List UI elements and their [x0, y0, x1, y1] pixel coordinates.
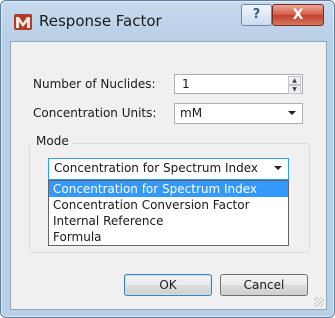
nuclides-label: Number of Nuclides:: [33, 77, 156, 91]
mode-option-formula[interactable]: Formula: [49, 229, 288, 245]
mode-option-conversion-factor[interactable]: Concentration Conversion Factor: [49, 197, 288, 213]
mode-option-spectrum-index[interactable]: Concentration for Spectrum Index: [49, 181, 288, 197]
help-button[interactable]: ?: [241, 4, 272, 26]
cancel-button[interactable]: Cancel: [220, 274, 308, 296]
resize-grip-icon[interactable]: [314, 297, 324, 307]
mode-group-title: Mode: [33, 134, 72, 148]
close-icon: X: [292, 7, 304, 23]
chevron-down-icon[interactable]: [288, 111, 296, 115]
title-bar[interactable]: Response Factor ? X: [1, 1, 334, 41]
help-icon: ?: [252, 7, 261, 22]
window-title: Response Factor: [39, 12, 162, 30]
ok-button[interactable]: OK: [124, 274, 212, 296]
mode-combobox[interactable]: Concentration for Spectrum Index: [48, 158, 289, 180]
mode-selected-value: Concentration for Spectrum Index: [54, 161, 259, 175]
mode-option-internal-reference[interactable]: Internal Reference: [49, 213, 288, 229]
units-label: Concentration Units:: [33, 106, 157, 120]
nuclides-spinbox[interactable]: 1 ▲ ▼: [174, 74, 303, 94]
close-button[interactable]: X: [272, 4, 324, 26]
dialog-body: Number of Nuclides: 1 ▲ ▼ Concentration …: [10, 41, 327, 310]
dialog-window: Response Factor ? X Number of Nuclides: …: [0, 0, 335, 318]
units-combobox[interactable]: mM: [174, 103, 303, 124]
units-value: mM: [180, 106, 203, 120]
nuclides-value[interactable]: 1: [182, 77, 190, 91]
spin-arrows[interactable]: ▲ ▼: [288, 76, 301, 94]
app-icon: [14, 14, 32, 30]
chevron-down-icon[interactable]: [274, 166, 282, 170]
spin-up-icon[interactable]: ▲: [288, 76, 301, 85]
spin-down-icon[interactable]: ▼: [288, 85, 301, 94]
mode-dropdown-list: Concentration for Spectrum Index Concent…: [48, 180, 289, 246]
